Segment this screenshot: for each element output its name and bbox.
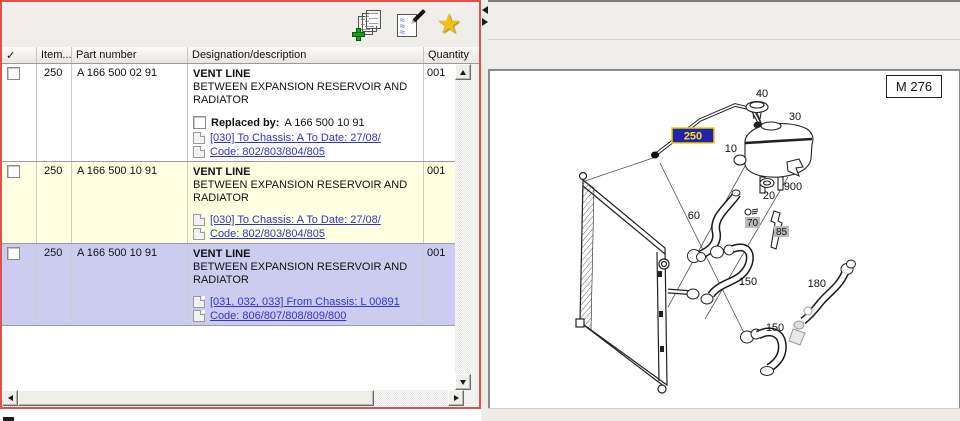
part-number: A 166 500 02 91 — [72, 64, 188, 161]
replaced-by-checkbox[interactable] — [193, 116, 206, 129]
document-icon — [193, 296, 205, 308]
parts-list-panel: ≈ ≈ ≈ ★ ✓ Item... Part number Designatio… — [0, 0, 481, 409]
vertical-scrollbar[interactable] — [455, 64, 471, 390]
callout-20[interactable]: 20 — [763, 190, 775, 202]
document-icon — [193, 310, 205, 322]
callout-250-selected[interactable]: 250 — [671, 127, 715, 144]
callout-150-upper[interactable]: 150 — [739, 276, 757, 288]
callout-70[interactable]: 70 — [745, 217, 760, 229]
radiator-drawing — [575, 171, 696, 394]
leader-lines — [584, 157, 789, 338]
row-checkbox[interactable] — [7, 247, 20, 260]
parts-diagram-viewport[interactable]: M 276 40 30 10 20 900 60 70 85 150 150 1… — [488, 69, 960, 411]
code-link[interactable]: Code: 806/807/808/809/800 — [210, 310, 346, 322]
svg-text:70: 70 — [747, 218, 759, 229]
green-plus-icon — [352, 27, 365, 41]
panel-splitter[interactable] — [481, 0, 488, 421]
header-part-number-column[interactable]: Part number — [72, 47, 188, 63]
chassis-link[interactable]: [030] To Chassis: A To Date: 27/08/ — [210, 214, 381, 226]
code-link[interactable]: Code: 802/803/804/805 — [210, 228, 325, 240]
svg-text:250: 250 — [684, 131, 702, 143]
callout-10[interactable]: 10 — [725, 143, 737, 155]
item-number: 250 — [37, 162, 72, 243]
part-description: BETWEEN EXPANSION RESERVOIR AND RADIATOR — [193, 179, 408, 204]
callout-150-lower[interactable]: 150 — [766, 322, 784, 334]
quantity-value: 001 — [427, 165, 446, 177]
chassis-link[interactable]: [031, 032, 033] From Chassis: L 00891 — [210, 296, 400, 308]
document-icon — [193, 132, 205, 144]
callout-85[interactable]: 85 — [774, 226, 789, 238]
scroll-left-button[interactable] — [2, 390, 18, 406]
replaced-by-line: Replaced by: A 166 500 10 91 — [193, 116, 420, 129]
document-icon — [193, 146, 205, 158]
replaced-by-label: Replaced by: — [211, 116, 280, 129]
table-row-selected[interactable]: 250 A 166 500 10 91 VENT LINE BETWEEN EX… — [2, 244, 455, 326]
callout-40[interactable]: 40 — [756, 88, 768, 100]
epc-parts-window: ≈ ≈ ≈ ★ ✓ Item... Part number Designatio… — [0, 0, 960, 421]
parts-table-body: 250 A 166 500 02 91 VENT LINE BETWEEN EX… — [2, 64, 455, 390]
table-row[interactable]: 250 A 166 500 10 91 VENT LINE BETWEEN EX… — [2, 162, 455, 244]
part-name: VENT LINE — [193, 248, 251, 260]
header-item-column[interactable]: Item... — [37, 47, 72, 63]
quantity-value: 001 — [427, 67, 446, 79]
svg-text:85: 85 — [776, 227, 788, 238]
scroll-down-button[interactable] — [455, 374, 471, 390]
callout-180[interactable]: 180 — [808, 278, 826, 290]
header-quantity-column[interactable]: Quantity — [424, 47, 479, 63]
replaced-by-part-number: A 166 500 10 91 — [284, 116, 365, 129]
document-icon — [193, 214, 205, 226]
part-description: BETWEEN EXPANSION RESERVOIR AND RADIATOR — [193, 81, 408, 106]
horizontal-scrollbar[interactable] — [2, 390, 479, 407]
diagram-toolbar-band-2 — [488, 40, 960, 67]
diagram-toolbar-band — [488, 2, 960, 40]
right-arrow-icon — [453, 395, 459, 401]
parts-diagram: 40 30 10 20 900 60 70 85 150 150 180 250 — [575, 88, 856, 394]
diagram-bottom-strip — [488, 408, 960, 421]
callout-900[interactable]: 900 — [784, 181, 802, 193]
parts-toolbar: ≈ ≈ ≈ ★ — [2, 2, 479, 47]
header-designation-column[interactable]: Designation/description — [188, 47, 424, 63]
chassis-link[interactable]: [030] To Chassis: A To Date: 27/08/ — [210, 132, 381, 144]
add-document-stack-icon[interactable] — [352, 9, 381, 41]
table-header: ✓ Item... Part number Designation/descri… — [2, 47, 479, 64]
part-number: A 166 500 10 91 — [72, 162, 188, 243]
part-name: VENT LINE — [193, 68, 251, 80]
part-name: VENT LINE — [193, 166, 251, 178]
up-arrow-icon — [460, 69, 466, 75]
item-number: 250 — [37, 244, 72, 325]
edit-notes-icon[interactable]: ≈ ≈ ≈ — [395, 8, 426, 40]
favorites-star-icon[interactable]: ★ — [437, 10, 465, 40]
horizontal-scroll-thumb[interactable] — [18, 390, 374, 406]
part-number: A 166 500 10 91 — [72, 244, 188, 325]
item-number: 250 — [37, 64, 72, 161]
table-row[interactable]: 250 A 166 500 02 91 VENT LINE BETWEEN EX… — [2, 64, 455, 162]
code-link[interactable]: Code: 802/803/804/805 — [210, 146, 325, 158]
diagram-panel: M 276 40 30 10 20 900 60 70 85 150 150 1… — [488, 0, 960, 421]
hoses-drawing — [686, 189, 856, 376]
callout-60[interactable]: 60 — [688, 210, 700, 222]
left-arrow-icon — [7, 395, 13, 401]
scroll-up-button[interactable] — [455, 64, 471, 80]
header-check-column[interactable]: ✓ — [2, 47, 37, 63]
scroll-right-button[interactable] — [448, 390, 464, 406]
down-arrow-icon — [460, 379, 466, 385]
part-description: BETWEEN EXPANSION RESERVOIR AND RADIATOR — [193, 261, 408, 286]
clipped-bottom-text-fragment — [3, 417, 14, 421]
line-clip — [651, 151, 659, 159]
document-icon — [193, 228, 205, 240]
row-checkbox[interactable] — [7, 67, 20, 80]
callout-30[interactable]: 30 — [789, 111, 801, 123]
row-checkbox[interactable] — [7, 165, 20, 178]
quantity-value: 001 — [427, 247, 446, 259]
